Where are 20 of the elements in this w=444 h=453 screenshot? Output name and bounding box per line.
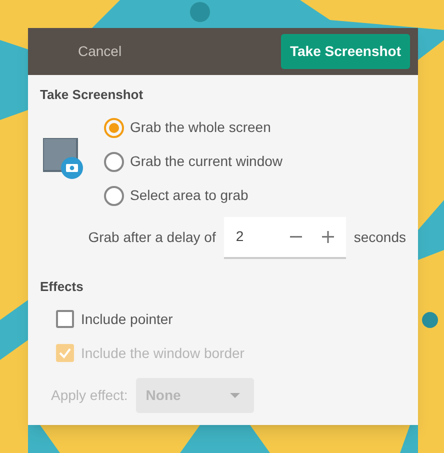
screenshot-icon (43, 138, 83, 180)
delay-spinner[interactable]: 2 (224, 216, 346, 258)
plus-icon[interactable] (322, 230, 334, 242)
radio-button[interactable] (104, 118, 124, 138)
apply-effect-label: Apply effect: (51, 386, 128, 405)
radio-button[interactable] (104, 186, 124, 206)
checkbox[interactable] (56, 310, 74, 328)
dropdown-arrow-icon (230, 392, 240, 398)
seconds-label: seconds (354, 228, 406, 247)
radio-label[interactable]: Select area to grab (130, 185, 248, 206)
take-screenshot-button[interactable]: Take Screenshot (281, 34, 410, 69)
section-heading: Effects (40, 278, 84, 296)
section-heading: Take Screenshot (40, 86, 144, 104)
delay-value: 2 (236, 227, 245, 246)
radio-button[interactable] (104, 152, 124, 172)
checkbox-label[interactable]: Include pointer (81, 308, 173, 330)
cancel-button[interactable]: Cancel (50, 35, 150, 68)
radio-label[interactable]: Grab the current window (130, 151, 283, 172)
radio-label[interactable]: Grab the whole screen (130, 117, 271, 138)
delay-label: Grab after a delay of (88, 228, 216, 247)
